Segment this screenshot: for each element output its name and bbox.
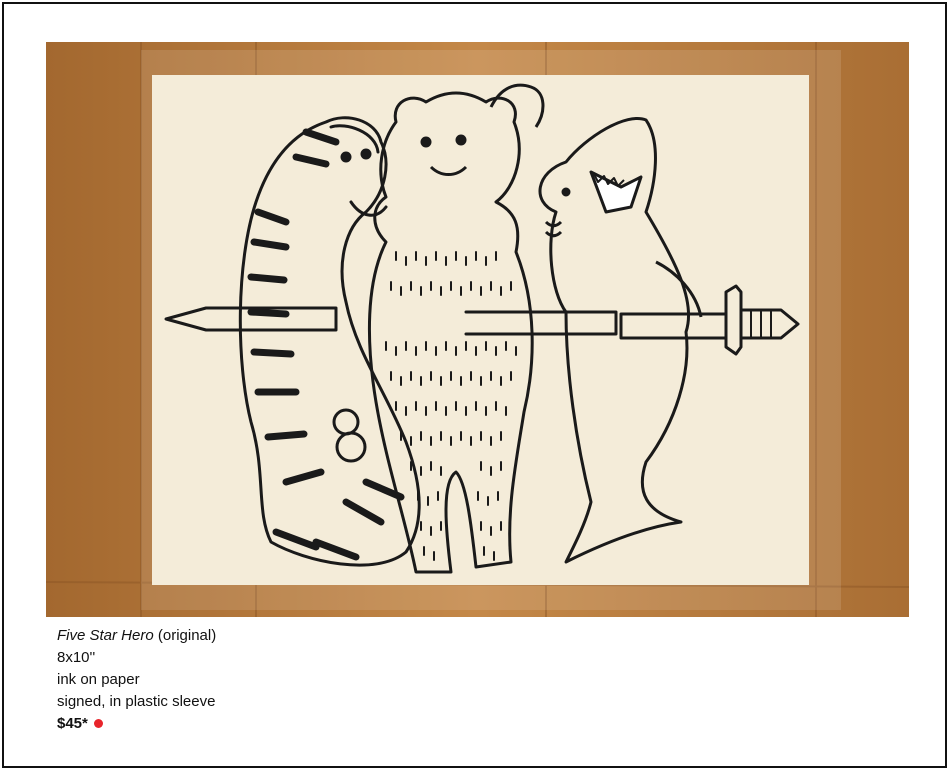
artwork-medium: ink on paper xyxy=(57,671,140,688)
artwork-caption: Five Star Hero (original) 8x10'' ink on … xyxy=(57,625,216,735)
artwork-photo xyxy=(46,42,909,617)
artwork-price: $45* xyxy=(57,715,88,732)
artwork-details: signed, in plastic sleeve xyxy=(57,693,216,710)
artwork-size: 8x10'' xyxy=(57,649,96,666)
artwork-title-line: Five Star Hero (original) xyxy=(57,625,216,647)
artwork-title: Five Star Hero xyxy=(57,627,154,644)
artwork-price-line: $45* xyxy=(57,713,216,735)
artwork-illustration xyxy=(46,42,909,617)
availability-dot-icon xyxy=(93,719,103,728)
listing-frame: Five Star Hero (original) 8x10'' ink on … xyxy=(2,2,947,768)
artwork-title-suffix: (original) xyxy=(157,627,217,644)
